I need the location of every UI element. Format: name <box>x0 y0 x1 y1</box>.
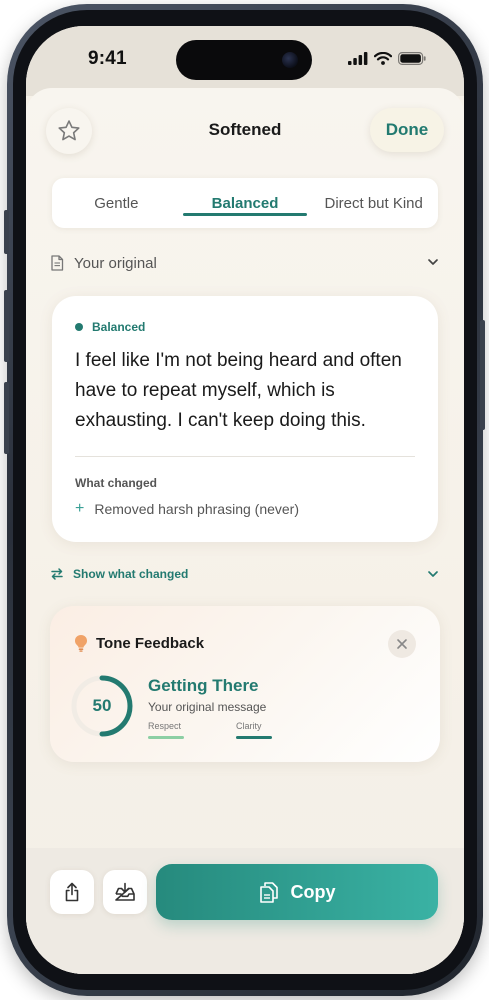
document-icon <box>51 255 64 271</box>
swap-icon <box>51 568 63 580</box>
status-time: 9:41 <box>88 48 127 69</box>
divider <box>75 456 415 457</box>
change-item: + Removed harsh phrasing (never) <box>75 500 299 518</box>
show-what-changed-label: Show what changed <box>73 567 189 581</box>
metric-respect-label: Respect <box>148 721 182 731</box>
lightbulb-icon <box>75 635 87 652</box>
tone-dot <box>75 323 83 331</box>
volume-up-button <box>4 290 9 362</box>
signal-icon <box>348 52 368 65</box>
tab-gentle[interactable]: Gentle <box>52 178 181 228</box>
plus-icon: + <box>75 500 85 517</box>
what-changed-heading: What changed <box>75 476 158 490</box>
tab-label: Gentle <box>94 194 139 212</box>
dynamic-island <box>176 40 312 80</box>
tone-status: Getting There <box>148 676 259 695</box>
status-bar: 9:41 <box>26 26 464 96</box>
copy-icon <box>259 882 278 903</box>
change-item-text: Removed harsh phrasing (never) <box>94 501 299 517</box>
save-button[interactable] <box>103 870 147 914</box>
tab-label: Balanced <box>211 194 279 212</box>
copy-button[interactable]: Copy <box>156 864 438 920</box>
close-feedback-button[interactable] <box>388 630 416 658</box>
tone-feedback-card: Tone Feedback 50 Getting There Your orig… <box>50 606 440 762</box>
tab-label: Direct but Kind <box>324 194 423 212</box>
power-button <box>480 320 485 430</box>
close-icon <box>397 639 407 649</box>
tone-label-text: Balanced <box>92 320 146 334</box>
inbox-download-icon <box>115 882 135 901</box>
camera-icon <box>282 52 298 68</box>
done-button[interactable]: Done <box>370 108 444 152</box>
softened-result-card: Balanced I feel like I'm not being heard… <box>52 296 438 542</box>
metric-respect-bar <box>148 736 184 739</box>
tab-balanced[interactable]: Balanced <box>181 178 310 228</box>
show-what-changed-toggle[interactable]: Show what changed <box>50 563 440 585</box>
tone-score: 50 <box>92 696 112 715</box>
bottom-action-bar: Copy <box>26 848 464 974</box>
selected-tab-indicator <box>182 213 308 216</box>
result-tone-label: Balanced <box>75 320 145 334</box>
your-original-label: Your original <box>74 254 157 272</box>
tone-feedback-header: Tone Feedback <box>74 634 204 652</box>
phone-screen: 9:41 Softened Done Gentle Balanced Direc… <box>26 26 464 974</box>
tone-feedback-title: Tone Feedback <box>96 634 205 652</box>
metric-clarity-label: Clarity <box>236 721 262 731</box>
status-icons <box>348 52 426 65</box>
metric-clarity-bar <box>236 736 272 739</box>
your-original-toggle[interactable]: Your original <box>50 251 440 275</box>
wifi-icon <box>374 52 392 65</box>
tone-selector: Gentle Balanced Direct but Kind <box>52 178 438 228</box>
tone-subtitle: Your original message <box>148 700 267 714</box>
chevron-down-icon <box>428 259 438 265</box>
volume-down-button <box>4 382 9 454</box>
softened-sheet: Softened Done Gentle Balanced Direct but… <box>26 88 464 974</box>
softened-message-text: I feel like I'm not being heard and ofte… <box>75 350 402 431</box>
battery-icon <box>398 52 426 65</box>
action-button <box>4 210 9 254</box>
share-button[interactable] <box>50 870 94 914</box>
chevron-down-icon <box>428 571 438 577</box>
tab-direct-but-kind[interactable]: Direct but Kind <box>309 178 438 228</box>
share-icon <box>65 882 79 902</box>
copy-button-label: Copy <box>290 881 336 902</box>
